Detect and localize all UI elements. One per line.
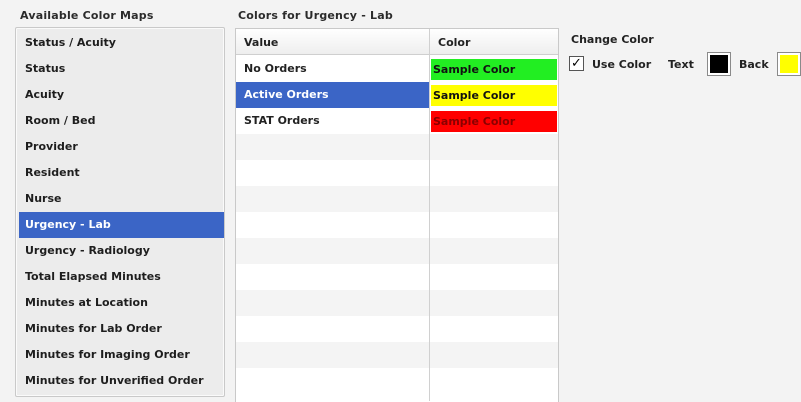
empty-row xyxy=(236,264,558,290)
sample-color-swatch[interactable]: Sample Color xyxy=(431,85,557,106)
table-row[interactable]: STAT Orders Sample Color xyxy=(236,108,558,134)
use-color-label: Use Color xyxy=(592,58,652,71)
column-header-color[interactable]: Color xyxy=(430,29,558,55)
empty-row xyxy=(236,134,558,160)
change-color-title: Change Color xyxy=(571,33,654,46)
empty-row xyxy=(236,238,558,264)
value-cell: STAT Orders xyxy=(244,114,320,127)
use-color-checkbox[interactable]: ✓ xyxy=(569,56,584,71)
color-map-item-minutes-at-location[interactable]: Minutes at Location xyxy=(19,290,224,316)
grid-header: Value Color xyxy=(236,29,558,55)
table-row[interactable]: Active Orders Sample Color xyxy=(236,82,558,108)
color-map-item-provider[interactable]: Provider xyxy=(19,134,224,160)
color-map-item-urgency-lab[interactable]: Urgency - Lab xyxy=(19,212,224,238)
color-map-item-acuity[interactable]: Acuity xyxy=(19,82,224,108)
color-map-item-total-elapsed-minutes[interactable]: Total Elapsed Minutes xyxy=(19,264,224,290)
sample-color-swatch[interactable]: Sample Color xyxy=(431,59,557,80)
color-map-item-minutes-imaging-order[interactable]: Minutes for Imaging Order xyxy=(19,342,224,368)
text-color-swatch xyxy=(710,55,728,73)
table-row[interactable]: No Orders Sample Color xyxy=(236,56,558,82)
empty-row xyxy=(236,160,558,186)
color-values-grid: Value Color No Orders Sample Color Activ… xyxy=(235,28,559,402)
color-map-item-minutes-lab-order[interactable]: Minutes for Lab Order xyxy=(19,316,224,342)
empty-row xyxy=(236,290,558,316)
empty-row xyxy=(236,316,558,342)
color-map-list[interactable]: Status / Acuity Status Acuity Room / Bed… xyxy=(15,27,225,397)
colors-for-title: Colors for Urgency - Lab xyxy=(238,9,393,22)
text-color-label: Text xyxy=(668,58,694,71)
empty-row xyxy=(236,212,558,238)
color-map-item-resident[interactable]: Resident xyxy=(19,160,224,186)
empty-row xyxy=(236,368,558,394)
color-map-item-room-bed[interactable]: Room / Bed xyxy=(19,108,224,134)
color-map-item-urgency-radiology[interactable]: Urgency - Radiology xyxy=(19,238,224,264)
value-cell: No Orders xyxy=(244,62,307,75)
empty-row xyxy=(236,342,558,368)
sample-color-swatch[interactable]: Sample Color xyxy=(431,111,557,132)
available-color-maps-title: Available Color Maps xyxy=(20,9,154,22)
color-map-settings-window: Available Color Maps Status / Acuity Sta… xyxy=(0,0,801,402)
back-color-swatch xyxy=(780,55,798,73)
color-map-item-status-acuity[interactable]: Status / Acuity xyxy=(19,30,224,56)
color-map-item-nurse[interactable]: Nurse xyxy=(19,186,224,212)
empty-row xyxy=(236,186,558,212)
back-color-label: Back xyxy=(739,58,769,71)
color-map-item-minutes-unverified-order[interactable]: Minutes for Unverified Order xyxy=(19,368,224,394)
value-cell: Active Orders xyxy=(236,82,429,108)
color-map-item-status[interactable]: Status xyxy=(19,56,224,82)
column-header-value[interactable]: Value xyxy=(236,29,429,55)
text-color-button[interactable] xyxy=(707,52,731,76)
back-color-button[interactable] xyxy=(777,52,801,76)
column-divider xyxy=(429,29,430,401)
